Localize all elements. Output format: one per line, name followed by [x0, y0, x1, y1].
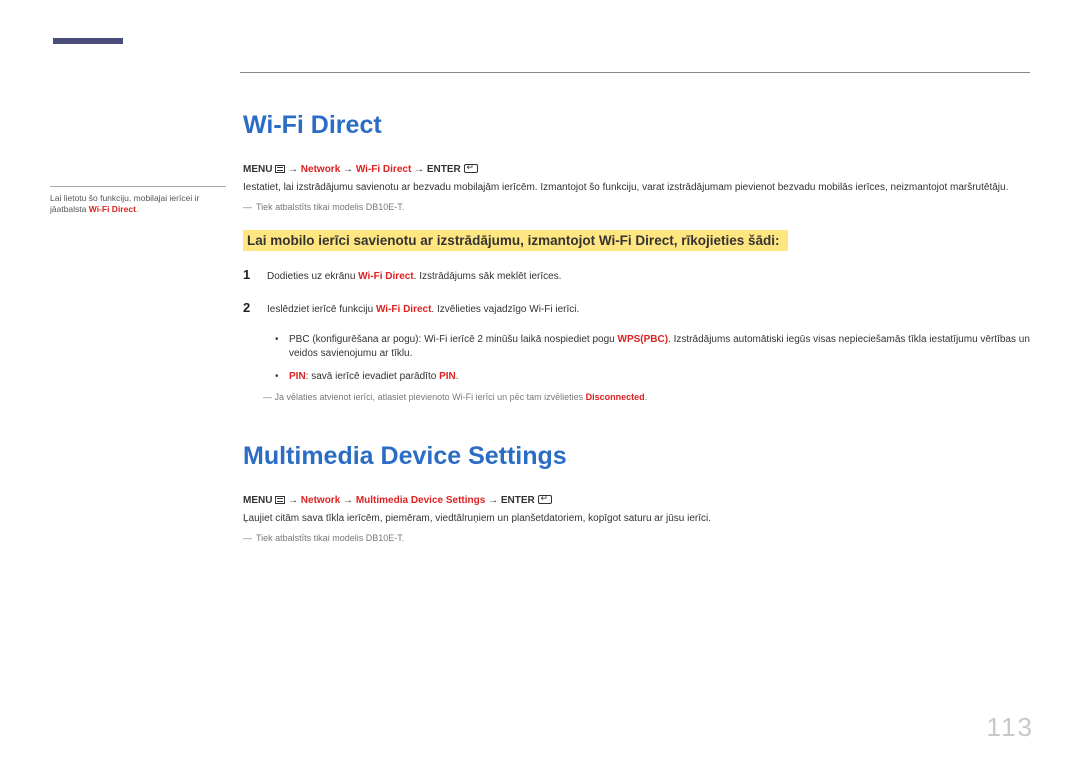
two-column-layout: Lai lietotu šo funkciju, mobilajai ierīc…	[50, 73, 1030, 561]
main-content: Wi-Fi Direct MENU → Network → Wi-Fi Dire…	[243, 73, 1030, 561]
menu-network: Network	[301, 495, 340, 506]
step-number: 2	[243, 300, 255, 315]
step-sub-bullets: PBC (konfigurēšana ar pogu): Wi-Fi ierīc…	[275, 333, 1030, 385]
menu-label: MENU	[243, 164, 272, 175]
sidebar-note: Lai lietotu šo funkciju, mobilajai ierīc…	[50, 193, 226, 216]
page-root: Lai lietotu šo funkciju, mobilajai ierīc…	[0, 0, 1080, 561]
intro-paragraph: Iestatiet, lai izstrādājumu savienotu ar…	[243, 181, 1030, 196]
arrow: →	[414, 164, 427, 175]
model-support-note: ―Tiek atbalstīts tikai modelis DB10E-T.	[243, 533, 1030, 543]
sidebar-rule	[50, 186, 226, 187]
enter-icon	[538, 495, 552, 504]
arrow: →	[288, 495, 301, 506]
arrow: →	[288, 164, 301, 175]
arrow: →	[343, 495, 356, 506]
arrow: →	[488, 495, 501, 506]
menu-path-wifi-direct: MENU → Network → Wi-Fi Direct → ENTER	[243, 164, 1030, 175]
sidebar-note-area: Lai lietotu šo funkciju, mobilajai ierīc…	[50, 73, 226, 561]
page-number: 113	[987, 712, 1034, 743]
step-row: 2 Ieslēdziet ierīcē funkciju Wi-Fi Direc…	[243, 300, 1030, 317]
step-row: 1 Dodieties uz ekrānu Wi-Fi Direct. Izst…	[243, 267, 1030, 284]
section-title-multimedia: Multimedia Device Settings	[243, 442, 1030, 471]
arrow: →	[343, 164, 356, 175]
chapter-indicator	[53, 38, 123, 44]
menu-icon	[275, 496, 285, 504]
intro-paragraph: Ļaujiet citām sava tīkla ierīcēm, piemēr…	[243, 512, 1030, 527]
menu-icon	[275, 165, 285, 173]
enter-icon	[464, 164, 478, 173]
menu-enter: ENTER	[501, 495, 535, 506]
bullet-item: PBC (konfigurēšana ar pogu): Wi-Fi ierīc…	[275, 333, 1030, 362]
sidebar-note-keyword: Wi-Fi Direct	[89, 204, 136, 214]
menu-path-multimedia: MENU → Network → Multimedia Device Setti…	[243, 495, 1030, 506]
menu-target: Wi-Fi Direct	[356, 164, 411, 175]
step-text: Dodieties uz ekrānu Wi-Fi Direct. Izstrā…	[267, 270, 561, 284]
section-title-wifi-direct: Wi-Fi Direct	[243, 111, 1030, 140]
model-support-note: ―Tiek atbalstīts tikai modelis DB10E-T.	[243, 202, 1030, 212]
disconnect-note: ― Ja vēlaties atvienot ierīci, atlasiet …	[263, 392, 1030, 402]
step-text: Ieslēdziet ierīcē funkciju Wi-Fi Direct.…	[267, 303, 579, 317]
menu-enter: ENTER	[427, 164, 461, 175]
sidebar-note-end: .	[136, 204, 138, 214]
menu-label: MENU	[243, 495, 272, 506]
bullet-item: PIN: savā ierīcē ievadiet parādīto PIN.	[275, 370, 1030, 385]
menu-target: Multimedia Device Settings	[356, 495, 485, 506]
menu-network: Network	[301, 164, 340, 175]
step-number: 1	[243, 267, 255, 282]
highlight-heading: Lai mobilo ierīci savienotu ar izstrādāj…	[243, 230, 788, 251]
